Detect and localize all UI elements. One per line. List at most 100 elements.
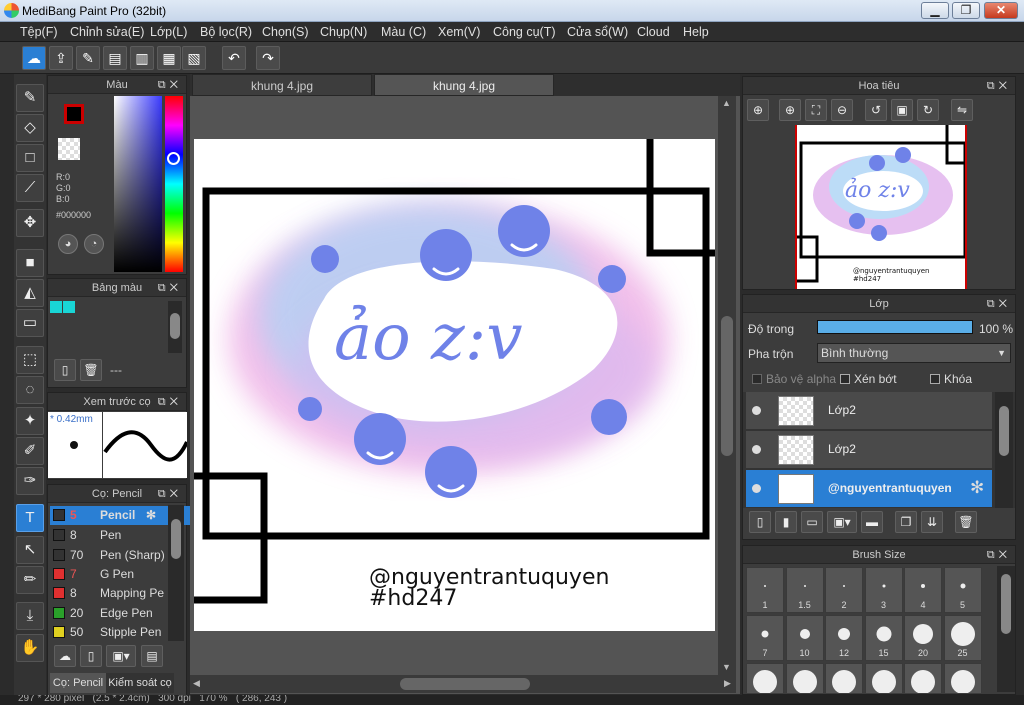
canvas-paper[interactable]: ảo z:v @nguyentrantuquyen #hd247 bbox=[194, 139, 715, 631]
menu-edit[interactable]: Chỉnh sửa(E) bbox=[70, 25, 144, 39]
menu-tools[interactable]: Công cụ(T) bbox=[493, 25, 556, 39]
tab-brush[interactable]: Cọ: Pencil bbox=[50, 673, 106, 693]
gear-icon[interactable]: ✻ bbox=[970, 478, 984, 498]
brush-scrollbar[interactable] bbox=[168, 505, 184, 641]
add-brush-icon[interactable]: ☁ bbox=[54, 645, 76, 667]
menu-window[interactable]: Cửa sổ(W) bbox=[567, 25, 628, 39]
brush-item[interactable]: 20 Edge Pen bbox=[50, 604, 210, 623]
flip-icon[interactable]: ⇋ bbox=[951, 99, 973, 121]
layer-item[interactable]: Lớp2 bbox=[746, 392, 992, 430]
speech-icon[interactable]: ▤ bbox=[103, 46, 127, 70]
brush-size-cell[interactable] bbox=[864, 663, 903, 693]
palette-scrollbar[interactable] bbox=[168, 301, 182, 353]
brush-size-cell[interactable]: 5 bbox=[943, 567, 982, 613]
hue-handle[interactable] bbox=[167, 152, 180, 165]
visibility-icon[interactable] bbox=[752, 445, 761, 454]
brush-size-cell[interactable]: 2 bbox=[825, 567, 863, 613]
zoom-in-icon[interactable]: ⊕ bbox=[779, 99, 801, 121]
brush-size-cell[interactable]: 25 bbox=[943, 615, 982, 661]
undo-icon[interactable]: ↶ bbox=[222, 46, 246, 70]
panel-controls-icon[interactable]: ⧉✕ bbox=[158, 76, 182, 94]
gradient-tool-icon[interactable]: ▭ bbox=[16, 309, 44, 337]
saturation-box[interactable] bbox=[114, 96, 162, 272]
brush-size-cell[interactable]: 4 bbox=[904, 567, 942, 613]
menu-filter[interactable]: Bộ lọc(R) bbox=[200, 25, 252, 39]
dot-tool-icon[interactable]: ⟋ bbox=[16, 174, 44, 202]
brush-tool-icon[interactable]: ✎ bbox=[16, 84, 44, 112]
select-tool-icon[interactable]: ⬚ bbox=[16, 346, 44, 374]
clipping-checkbox[interactable]: Xén bớt bbox=[840, 372, 897, 386]
brush-size-cell[interactable]: 3 bbox=[864, 567, 903, 613]
folder-icon[interactable]: ▬ bbox=[861, 511, 883, 533]
new-layer-icon[interactable]: ▯ bbox=[749, 511, 771, 533]
protect-alpha-checkbox[interactable]: Bảo vệ alpha bbox=[752, 372, 836, 386]
cloud-icon[interactable]: ☁ bbox=[22, 46, 46, 70]
brush-size-cell[interactable] bbox=[904, 663, 942, 693]
menu-view[interactable]: Xem(V) bbox=[438, 25, 480, 39]
visibility-icon[interactable] bbox=[752, 484, 761, 493]
layer-scrollbar[interactable] bbox=[995, 392, 1013, 508]
divide-tool-icon[interactable]: ✏ bbox=[16, 566, 44, 594]
delete-palette-icon[interactable]: 🗑 bbox=[80, 359, 102, 381]
zoom-fit-icon[interactable]: ⊕ bbox=[747, 99, 769, 121]
layer-item[interactable]: Lớp2 bbox=[746, 431, 992, 469]
panel-icon[interactable]: ▦ bbox=[157, 46, 181, 70]
menu-help[interactable]: Help bbox=[683, 25, 709, 39]
navigator-controls-icon[interactable]: ⧉✕ bbox=[987, 77, 1011, 95]
operation-tool-icon[interactable]: ↖ bbox=[16, 536, 44, 564]
brush-settings-icon[interactable]: ▤ bbox=[141, 645, 163, 667]
tab-document-2[interactable]: khung 4.jpg bbox=[374, 74, 554, 96]
scroll-right-icon[interactable]: ▶ bbox=[724, 678, 731, 689]
scroll-down-icon[interactable]: ▼ bbox=[722, 662, 731, 672]
brush-size-cell[interactable] bbox=[825, 663, 863, 693]
menu-file[interactable]: Tệp(F) bbox=[20, 25, 58, 39]
eyedropper-icon[interactable]: ⤓ bbox=[16, 602, 44, 630]
checklist-icon[interactable]: ▧ bbox=[182, 46, 206, 70]
brush-item[interactable]: 7G Pen bbox=[50, 565, 210, 584]
merge-layer-icon[interactable]: ⇊ bbox=[921, 511, 943, 533]
brush-size-cell[interactable]: 1 bbox=[746, 567, 784, 613]
menu-select[interactable]: Chọn(S) bbox=[262, 25, 309, 39]
brush-size-scrollbar[interactable] bbox=[997, 566, 1015, 692]
brush-size-cell[interactable]: 10 bbox=[785, 615, 824, 661]
menu-capture[interactable]: Chụp(N) bbox=[320, 25, 367, 39]
fit-window-icon[interactable]: ⛶ bbox=[805, 99, 827, 121]
reset-view-icon[interactable]: ▣ bbox=[891, 99, 913, 121]
brush-panel-controls-icon[interactable]: ⧉✕ bbox=[158, 485, 182, 503]
new-layer-8bit-icon[interactable]: ▮ bbox=[775, 511, 797, 533]
brush-size-cell[interactable]: 20 bbox=[904, 615, 942, 661]
hue-slider[interactable] bbox=[165, 96, 183, 272]
text-tool-icon[interactable]: T bbox=[16, 504, 44, 532]
select-pen-icon[interactable]: ✐ bbox=[16, 437, 44, 465]
bucket-tool-icon[interactable]: ◭ bbox=[16, 279, 44, 307]
add-layer-menu-icon[interactable]: ▣▾ bbox=[827, 511, 857, 533]
menu-cloud[interactable]: Cloud bbox=[637, 25, 670, 39]
brush-size-cell[interactable]: 7 bbox=[746, 615, 784, 661]
palette-icon[interactable]: ◕ bbox=[58, 234, 78, 254]
visibility-icon[interactable] bbox=[752, 406, 761, 415]
canvas-v-scrollbar[interactable]: ▲ ▼ bbox=[718, 96, 736, 676]
minimize-button[interactable]: ▁ bbox=[921, 2, 949, 19]
palette-swatch[interactable] bbox=[50, 301, 62, 313]
tab-document-1[interactable]: khung 4.jpg bbox=[192, 74, 372, 96]
close-button[interactable]: ✕ bbox=[984, 2, 1018, 19]
scroll-left-icon[interactable]: ◀ bbox=[193, 678, 200, 689]
brush-item[interactable]: 5 Pencil ✻ bbox=[50, 506, 210, 525]
brush-item[interactable]: 8 Pen bbox=[50, 526, 210, 545]
brush-size-cell[interactable]: 15 bbox=[864, 615, 903, 661]
brush-item[interactable]: 8 Mapping Pe bbox=[50, 584, 210, 603]
main-color-swatch[interactable] bbox=[64, 104, 84, 124]
brush-menu-icon[interactable]: ▣▾ bbox=[106, 645, 136, 667]
redo-icon[interactable]: ↷ bbox=[256, 46, 280, 70]
new-brush-icon[interactable]: ▯ bbox=[80, 645, 102, 667]
preview-controls-icon[interactable]: ⧉✕ bbox=[158, 393, 182, 411]
fill-rect-tool-icon[interactable]: ■ bbox=[16, 249, 44, 277]
rotate-left-icon[interactable]: ↺ bbox=[865, 99, 887, 121]
layer-item[interactable]: @nguyentrantuquyen ✻ bbox=[746, 470, 992, 508]
hand-tool-icon[interactable]: ✋ bbox=[16, 634, 44, 662]
gear-icon[interactable]: ✻ bbox=[146, 506, 156, 525]
brush-size-cell[interactable] bbox=[746, 663, 784, 693]
document-icon[interactable]: ▥ bbox=[130, 46, 154, 70]
brush-item[interactable]: 50 Stipple Pen bbox=[50, 623, 210, 642]
transparent-swatch[interactable] bbox=[58, 138, 80, 160]
